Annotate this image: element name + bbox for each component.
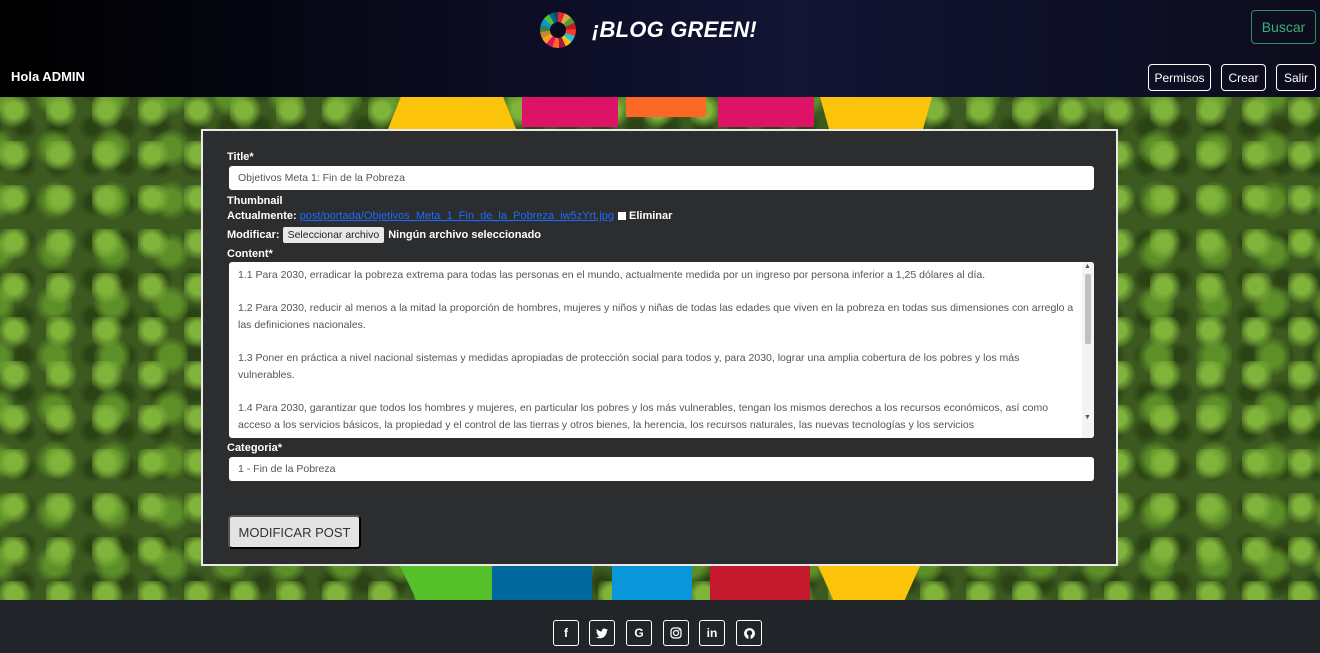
content-text: 1.1 Para 2030, erradicar la pobreza extr… xyxy=(238,267,1076,438)
scroll-up-icon[interactable]: ▲ xyxy=(1084,263,1091,270)
current-label: Actualmente: xyxy=(227,210,297,222)
edit-post-form: Title* Objetivos Meta 1: Fin de la Pobre… xyxy=(201,129,1118,566)
modify-post-button[interactable]: MODIFICAR POST xyxy=(228,515,361,549)
thumbnail-modify-row: Modificar: Seleccionar archivo Ningún ar… xyxy=(227,227,541,243)
footer: f G in xyxy=(0,600,1320,653)
content-textarea[interactable]: 1.1 Para 2030, erradicar la pobreza extr… xyxy=(229,262,1094,438)
title-label: Title* xyxy=(227,151,254,163)
sdg-tile xyxy=(626,97,706,117)
facebook-icon[interactable]: f xyxy=(553,620,579,646)
user-greeting: Hola ADMIN xyxy=(11,69,85,84)
twitter-icon[interactable] xyxy=(589,620,615,646)
content-paragraph: 1.3 Poner en práctica a nivel nacional s… xyxy=(238,352,1020,381)
scrollbar-thumb[interactable] xyxy=(1085,274,1091,344)
category-label: Categoria* xyxy=(227,442,283,454)
sdg-tile xyxy=(522,97,618,127)
content-scrollbar[interactable]: ▲ ▼ xyxy=(1082,262,1094,438)
sdg-tile xyxy=(710,566,810,600)
scroll-down-icon[interactable]: ▼ xyxy=(1084,414,1091,421)
content-paragraph: 1.1 Para 2030, erradicar la pobreza extr… xyxy=(238,269,986,281)
current-thumbnail-link[interactable]: post/portada/Objetivos_Meta_1_Fin_de_la_… xyxy=(300,210,614,222)
sdg-tile xyxy=(388,97,516,129)
category-select[interactable]: 1 - Fin de la Pobreza xyxy=(229,457,1094,481)
file-status: Ningún archivo seleccionado xyxy=(388,229,542,241)
thumbnail-current-row: Actualmente: post/portada/Objetivos_Meta… xyxy=(227,210,672,222)
sdg-tile xyxy=(718,97,814,127)
sdg-tile xyxy=(612,566,692,600)
sdg-tile xyxy=(820,97,932,129)
salir-button[interactable]: Salir xyxy=(1276,64,1316,91)
delete-checkbox[interactable] xyxy=(618,212,626,220)
content-paragraph: 1.4 Para 2030, garantizar que todos los … xyxy=(238,402,1049,431)
sdg-wheel-logo-icon xyxy=(540,12,576,48)
content-paragraph: 1.2 Para 2030, reducir al menos a la mit… xyxy=(238,302,1074,331)
modify-label: Modificar: xyxy=(227,229,280,241)
github-icon[interactable] xyxy=(736,620,762,646)
instagram-icon[interactable] xyxy=(663,620,689,646)
brand[interactable]: ¡BLOG GREEN! xyxy=(540,10,757,50)
search-button[interactable]: Buscar xyxy=(1251,10,1316,44)
brand-title: ¡BLOG GREEN! xyxy=(592,17,757,42)
select-file-button[interactable]: Seleccionar archivo xyxy=(282,227,385,243)
content-label: Content* xyxy=(227,248,273,260)
title-input[interactable]: Objetivos Meta 1: Fin de la Pobreza xyxy=(229,166,1094,190)
linkedin-icon[interactable]: in xyxy=(699,620,725,646)
permisos-button[interactable]: Permisos xyxy=(1148,64,1211,91)
thumbnail-label: Thumbnail xyxy=(227,195,283,207)
google-icon[interactable]: G xyxy=(626,620,652,646)
delete-label: Eliminar xyxy=(629,210,673,222)
top-navbar: ¡BLOG GREEN! Buscar Hola ADMIN Permisos … xyxy=(0,0,1320,97)
sdg-tile xyxy=(818,566,920,600)
sdg-tile xyxy=(492,566,592,600)
crear-button[interactable]: Crear xyxy=(1221,64,1266,91)
